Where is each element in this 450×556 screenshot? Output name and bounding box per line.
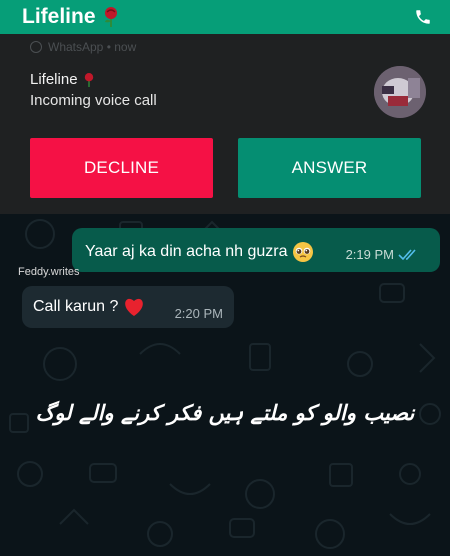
- message-text-content: Call karun ?: [33, 298, 119, 316]
- phone-icon[interactable]: [414, 8, 432, 26]
- rose-icon: [105, 7, 118, 28]
- answer-button[interactable]: ANSWER: [238, 138, 421, 198]
- chat-area[interactable]: Yaar aj ka din acha nh guzra 2:19 PM Fed…: [0, 214, 450, 556]
- rose-icon: [84, 73, 93, 88]
- message-time: 2:20 PM: [174, 306, 223, 321]
- chat-title[interactable]: Lifeline: [22, 5, 121, 29]
- caller-name-text: Lifeline: [30, 71, 78, 88]
- outgoing-message[interactable]: Yaar aj ka din acha nh guzra 2:19 PM: [72, 228, 440, 272]
- urdu-caption: نصیب والو کو ملتے ہیں فکر کرنے والے لوگ: [35, 401, 415, 425]
- call-type-label: Incoming voice call: [30, 92, 157, 109]
- message-time: 2:19 PM: [345, 247, 394, 262]
- notification-app-row: WhatsApp • now: [30, 40, 136, 54]
- message-text-content: Yaar aj ka din acha nh guzra: [85, 243, 288, 261]
- caller-name: Lifeline: [30, 71, 96, 88]
- caller-avatar: [374, 66, 426, 118]
- whatsapp-icon: [30, 41, 42, 53]
- red-heart-icon: [125, 298, 143, 316]
- contact-name[interactable]: Lifeline: [22, 5, 96, 28]
- message-text: Call karun ?: [33, 297, 145, 317]
- message-sender: Feddy.writes: [18, 266, 80, 278]
- read-ticks-icon: [398, 249, 416, 261]
- chat-header: Lifeline: [0, 0, 450, 34]
- decline-button[interactable]: DECLINE: [30, 138, 213, 198]
- notification-app-label: WhatsApp • now: [48, 40, 137, 54]
- pleading-face-icon: [292, 242, 313, 262]
- message-text: Yaar aj ka din acha nh guzra: [85, 241, 314, 263]
- incoming-message[interactable]: Call karun ? 2:20 PM: [22, 286, 234, 328]
- avatar-image: [374, 66, 426, 118]
- incoming-call-notification: WhatsApp • now Lifeline Incoming voice c…: [0, 34, 450, 214]
